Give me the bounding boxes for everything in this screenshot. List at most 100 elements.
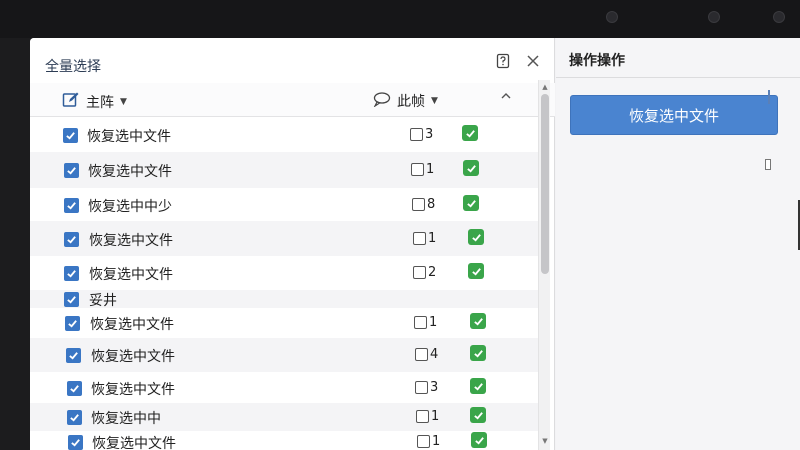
column-header: 主阵 ▼ 此帧 ▼ — [30, 83, 555, 117]
frame-checkbox[interactable] — [410, 128, 423, 141]
row-label: 恢复选中文件 — [90, 317, 174, 333]
row-checkbox[interactable] — [68, 435, 83, 450]
help-icon[interactable] — [492, 50, 514, 72]
laptop-bezel — [0, 0, 800, 38]
list-item[interactable]: 恢复选中中 1 — [30, 403, 540, 431]
frame-count-value: 3 — [430, 380, 439, 395]
scroll-down-icon[interactable]: ▼ — [540, 436, 550, 446]
check-icon[interactable] — [470, 378, 486, 394]
frame-count-value: 1 — [428, 231, 437, 246]
frame-count: 1 — [413, 231, 436, 246]
frame-count-value: 4 — [430, 347, 439, 362]
check-icon[interactable] — [470, 407, 486, 423]
frame-checkbox[interactable] — [415, 381, 428, 394]
dialog-title: 全量选择 — [45, 59, 101, 75]
frame-checkbox[interactable] — [416, 410, 429, 423]
row-checkbox[interactable] — [63, 128, 78, 143]
row-label: 恢复选中文件 — [91, 382, 175, 398]
frame-count-value: 1 — [432, 434, 441, 449]
check-icon[interactable] — [471, 432, 487, 448]
row-label: 妥井 — [89, 293, 117, 309]
close-icon[interactable] — [522, 50, 544, 72]
row-checkbox[interactable] — [67, 381, 82, 396]
frame-count-value: 1 — [431, 409, 440, 424]
edit-icon — [62, 91, 80, 113]
chevron-down-icon: ▼ — [431, 96, 438, 106]
frame-count: 4 — [415, 347, 438, 362]
frame-count: 1 — [414, 315, 437, 330]
frame-checkbox[interactable] — [417, 435, 430, 448]
column-frame-header[interactable]: 此帧 ▼ — [373, 91, 438, 111]
check-icon[interactable] — [468, 229, 484, 245]
row-label: 恢复选中文件 — [89, 267, 173, 283]
frame-count: 1 — [417, 434, 440, 449]
column-frame-label: 此帧 — [397, 94, 425, 110]
chevron-up-icon[interactable] — [500, 90, 512, 105]
selection-dialog: 全量选择 主阵 ▼ 此帧 ▼ 恢复选中文件 3 恢复选中文件 1 恢复选中中少 … — [30, 38, 555, 450]
frame-count: 2 — [413, 265, 436, 280]
scroll-up-icon[interactable]: ▲ — [540, 82, 550, 92]
row-checkbox[interactable] — [64, 292, 79, 307]
row-label: 恢复选中文件 — [87, 129, 171, 145]
frame-count-value: 1 — [426, 162, 435, 177]
list-item[interactable]: 妥井 — [30, 290, 540, 309]
column-main-header[interactable]: 主阵 ▼ — [62, 91, 127, 113]
comment-icon — [373, 91, 391, 111]
row-label: 恢复选中文件 — [88, 164, 172, 180]
list-item[interactable]: 恢复选中文件 2 — [30, 256, 540, 290]
operations-title: 操作操作 — [569, 53, 625, 69]
list-item[interactable]: 恢复选中文件 3 — [30, 118, 540, 152]
row-checkbox[interactable] — [64, 163, 79, 178]
frame-count-value: 3 — [425, 127, 434, 142]
edge-indicator — [768, 90, 770, 104]
row-checkbox[interactable] — [64, 266, 79, 281]
screen: 全量选择 主阵 ▼ 此帧 ▼ 恢复选中文件 3 恢复选中文件 1 恢复选中中少 … — [30, 38, 800, 450]
row-checkbox[interactable] — [67, 410, 82, 425]
row-label: 恢复选中文件 — [92, 436, 176, 450]
row-checkbox[interactable] — [65, 316, 80, 331]
frame-checkbox[interactable] — [412, 198, 425, 211]
frame-count: 3 — [415, 380, 438, 395]
frame-count-value: 2 — [428, 265, 437, 280]
column-main-label: 主阵 — [86, 95, 114, 111]
check-icon[interactable] — [463, 160, 479, 176]
frame-count-value: 1 — [429, 315, 438, 330]
row-label: 恢复选中文件 — [89, 233, 173, 249]
frame-count: 1 — [411, 162, 434, 177]
row-label: 恢复选中文件 — [91, 349, 175, 365]
row-checkbox[interactable] — [64, 198, 79, 213]
list-item[interactable]: 恢复选中文件 1 — [30, 152, 540, 188]
check-icon[interactable] — [470, 313, 486, 329]
sensor-icon — [708, 11, 720, 23]
check-icon[interactable] — [462, 125, 478, 141]
scrollbar[interactable]: ▲ ▼ — [538, 80, 550, 450]
list-item[interactable]: 恢复选中文件 3 — [30, 372, 540, 403]
file-list: 恢复选中文件 3 恢复选中文件 1 恢复选中中少 8 恢复选中文件 1 恢复选中文件 2 妥井 恢复选… — [30, 118, 540, 450]
frame-checkbox[interactable] — [413, 266, 426, 279]
list-item[interactable]: 恢复选中文件 1 — [30, 221, 540, 256]
sensor-icon — [773, 11, 785, 23]
frame-count: 1 — [416, 409, 439, 424]
list-item[interactable]: 恢复选中中少 8 — [30, 188, 540, 221]
chevron-down-icon: ▼ — [120, 97, 127, 107]
row-label: 恢复选中中 — [91, 411, 161, 427]
scrollbar-thumb[interactable] — [541, 94, 549, 274]
camera-icon — [606, 11, 618, 23]
list-item[interactable]: 恢复选中文件 4 — [30, 338, 540, 372]
check-icon[interactable] — [463, 195, 479, 211]
frame-checkbox[interactable] — [411, 163, 424, 176]
row-checkbox[interactable] — [64, 232, 79, 247]
edge-panel — [762, 44, 771, 254]
check-icon[interactable] — [470, 345, 486, 361]
check-icon[interactable] — [468, 263, 484, 279]
list-item[interactable]: 恢复选中文件 1 — [30, 308, 540, 338]
frame-checkbox[interactable] — [415, 348, 428, 361]
list-item[interactable]: 恢复选中文件 1 — [30, 431, 540, 450]
frame-checkbox[interactable] — [414, 316, 427, 329]
row-checkbox[interactable] — [66, 348, 81, 363]
restore-selected-button[interactable]: 恢复选中文件 — [570, 95, 778, 135]
frame-count: 3 — [410, 127, 433, 142]
frame-checkbox[interactable] — [413, 232, 426, 245]
edge-checkbox[interactable] — [765, 159, 771, 170]
frame-count-value: 8 — [427, 197, 436, 212]
